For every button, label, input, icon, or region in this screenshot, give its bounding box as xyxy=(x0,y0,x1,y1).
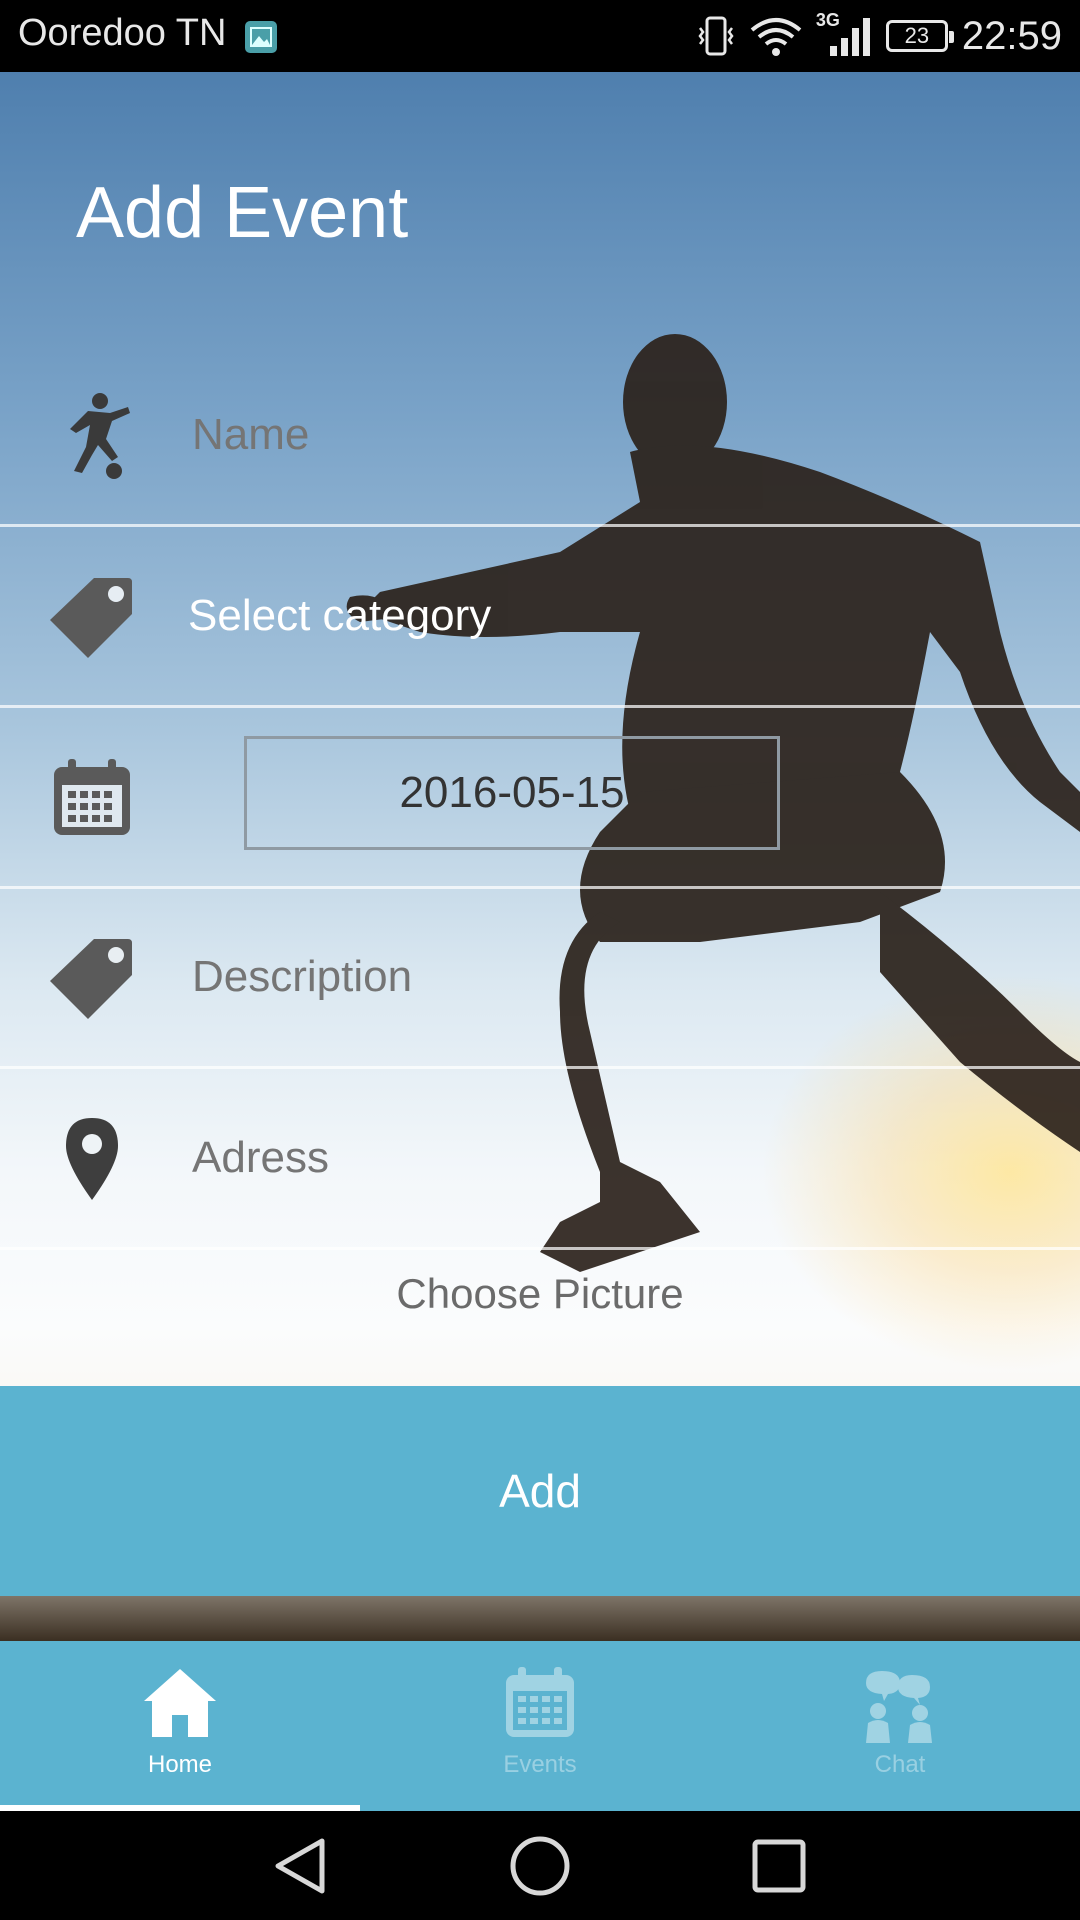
name-row xyxy=(0,346,1080,527)
category-row[interactable]: Select category xyxy=(0,527,1080,708)
home-button-icon[interactable] xyxy=(507,1833,573,1899)
wifi-icon xyxy=(750,18,802,56)
date-row: 2016-05-15 xyxy=(0,708,1080,889)
add-button[interactable]: Add xyxy=(0,1386,1080,1596)
clock: 22:59 xyxy=(961,13,1062,58)
tag-icon xyxy=(50,578,132,658)
home-icon xyxy=(144,1669,216,1737)
tab-chat-label: Chat xyxy=(874,1751,926,1778)
category-select[interactable]: Select category xyxy=(188,591,988,641)
battery-icon: 23 xyxy=(885,20,954,52)
add-event-screen: Add Event Select category xyxy=(0,72,1080,1641)
tab-chat[interactable]: Chat xyxy=(720,1641,1080,1811)
map-pin-icon xyxy=(66,1118,118,1200)
description-row xyxy=(0,888,1080,1069)
calendar-icon xyxy=(506,1667,574,1737)
tag-icon xyxy=(50,939,132,1019)
status-icons: 3G 23 22:59 xyxy=(696,10,1062,62)
signal-indicator: 3G xyxy=(816,10,872,58)
choose-picture-button[interactable]: Choose Picture xyxy=(0,1246,1080,1342)
calendar-icon xyxy=(54,759,130,835)
gallery-notification-icon xyxy=(245,21,277,53)
tab-events[interactable]: Events xyxy=(360,1641,720,1811)
address-row xyxy=(0,1069,1080,1250)
description-input[interactable] xyxy=(190,951,994,1003)
tab-home-label: Home xyxy=(147,1751,213,1778)
tab-events-label: Events xyxy=(503,1751,577,1778)
status-bar: Ooredoo TN 3G 23 22:59 xyxy=(0,0,1080,72)
soccer-player-icon xyxy=(70,393,130,479)
chat-icon xyxy=(866,1671,932,1743)
address-input[interactable] xyxy=(190,1132,994,1184)
recents-icon[interactable] xyxy=(746,1833,812,1899)
back-icon[interactable] xyxy=(268,1833,334,1899)
system-navigation-bar xyxy=(0,1811,1080,1920)
bottom-tab-bar: Home Events Chat xyxy=(0,1641,1080,1811)
vibrate-icon xyxy=(698,16,734,56)
page-title: Add Event xyxy=(76,173,409,253)
carrier-name: Ooredoo TN xyxy=(18,12,227,54)
date-picker-field[interactable]: 2016-05-15 xyxy=(244,736,780,850)
tab-home[interactable]: Home xyxy=(0,1641,360,1811)
name-input[interactable] xyxy=(190,409,994,461)
signal-icon xyxy=(829,18,870,56)
